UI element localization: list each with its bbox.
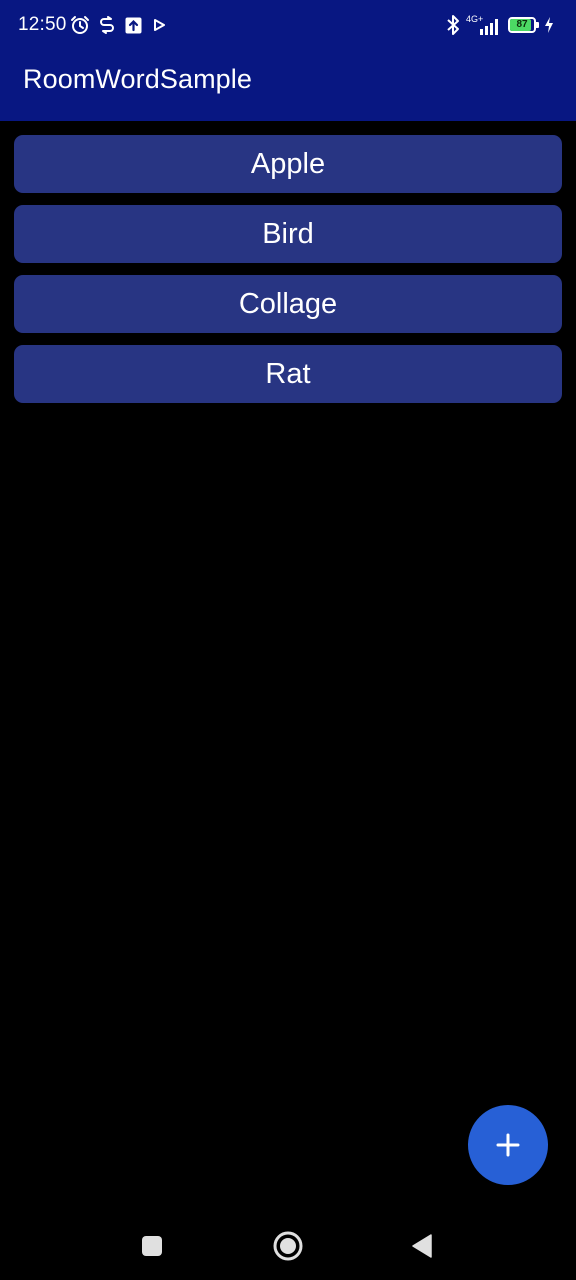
- recents-button[interactable]: [136, 1230, 168, 1262]
- battery-tip: [536, 22, 539, 28]
- home-circle-icon: [273, 1231, 303, 1261]
- sync-icon: [95, 13, 119, 37]
- list-item-word[interactable]: Bird: [14, 205, 562, 263]
- battery-level: 87: [516, 19, 528, 30]
- app-title: RoomWordSample: [23, 64, 252, 94]
- battery-icon: 87: [508, 17, 539, 33]
- list-item-word[interactable]: Rat: [14, 345, 562, 403]
- charging-icon: [542, 13, 556, 37]
- bluetooth-icon: [441, 13, 465, 37]
- add-word-button[interactable]: [468, 1105, 548, 1185]
- alarm-icon: [68, 13, 92, 37]
- list-item-word[interactable]: Apple: [14, 135, 562, 193]
- home-button[interactable]: [272, 1230, 304, 1262]
- top-app-region: 12:50 4G+ 87 RoomWordSample: [0, 0, 576, 121]
- back-button[interactable]: [406, 1230, 438, 1262]
- upload-icon: [121, 13, 145, 37]
- play-icon: [147, 13, 171, 37]
- status-bar: 12:50 4G+ 87: [0, 0, 576, 52]
- word-list: Apple Bird Collage Rat: [14, 135, 562, 415]
- list-item-word[interactable]: Collage: [14, 275, 562, 333]
- system-navigation-bar: [0, 1212, 576, 1280]
- add-icon: [496, 1133, 520, 1157]
- back-triangle-icon: [412, 1234, 432, 1258]
- screen: 12:50 4G+ 87 RoomWordSample Apple Bird C…: [0, 0, 576, 1280]
- status-time: 12:50: [18, 14, 67, 35]
- recents-square-icon: [142, 1236, 162, 1256]
- signal-icon: [478, 14, 502, 38]
